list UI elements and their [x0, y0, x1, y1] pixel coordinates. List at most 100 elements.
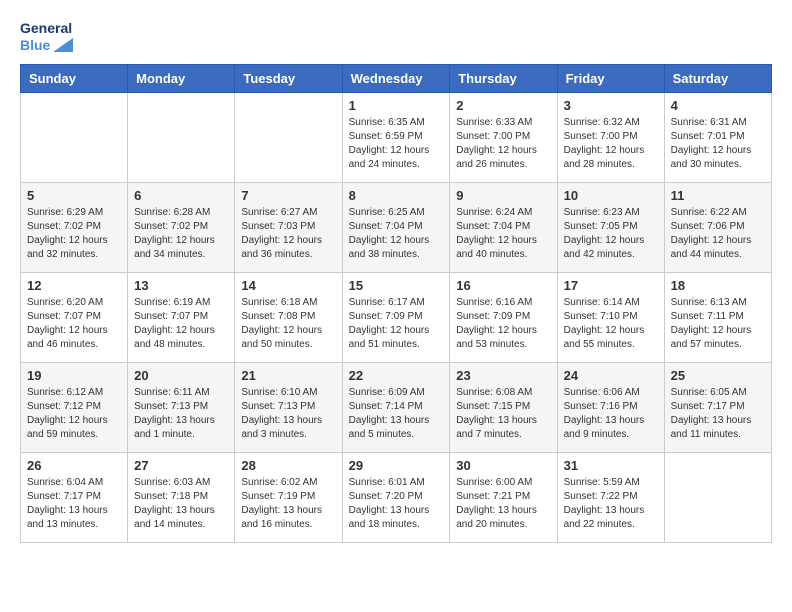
day-cell: 27 Sunrise: 6:03 AM Sunset: 7:18 PM Dayli…	[128, 452, 235, 542]
day-header-row: SundayMondayTuesdayWednesdayThursdayFrid…	[21, 64, 772, 92]
day-info: Sunrise: 6:11 AM Sunset: 7:13 PM Dayligh…	[134, 386, 228, 442]
day-info: Sunrise: 6:31 AM Sunset: 7:01 PM Dayligh…	[671, 116, 765, 172]
day-info: Sunrise: 6:08 AM Sunset: 7:15 PM Dayligh…	[456, 386, 550, 442]
day-cell: 10 Sunrise: 6:23 AM Sunset: 7:05 PM Dayli…	[557, 182, 664, 272]
day-number: 17	[564, 278, 658, 293]
day-number: 26	[27, 458, 121, 473]
day-info: Sunrise: 6:09 AM Sunset: 7:14 PM Dayligh…	[349, 386, 444, 442]
day-number: 31	[564, 458, 658, 473]
day-cell: 14Sunrise: 6:18 AM Sunset: 7:08 PM Dayli…	[235, 272, 342, 362]
day-info: Sunrise: 6:19 AM Sunset: 7:07 PM Dayligh…	[134, 296, 228, 352]
day-info: Sunrise: 6:00 AM Sunset: 7:21 PM Dayligh…	[456, 476, 550, 532]
day-cell: 28 Sunrise: 6:02 AM Sunset: 7:19 PM Dayli…	[235, 452, 342, 542]
day-cell: 2 Sunrise: 6:33 AM Sunset: 7:00 PM Daylig…	[450, 92, 557, 182]
day-info: Sunrise: 6:33 AM Sunset: 7:00 PM Dayligh…	[456, 116, 550, 172]
day-info: Sunrise: 6:03 AM Sunset: 7:18 PM Dayligh…	[134, 476, 228, 532]
day-cell: 26 Sunrise: 6:04 AM Sunset: 7:17 PM Dayli…	[21, 452, 128, 542]
day-cell: 15Sunrise: 6:17 AM Sunset: 7:09 PM Dayli…	[342, 272, 450, 362]
day-number: 30	[456, 458, 550, 473]
day-cell	[21, 92, 128, 182]
week-row-4: 19Sunrise: 6:12 AM Sunset: 7:12 PM Dayli…	[21, 362, 772, 452]
day-info: Sunrise: 6:12 AM Sunset: 7:12 PM Dayligh…	[27, 386, 121, 442]
day-info: Sunrise: 6:32 AM Sunset: 7:00 PM Dayligh…	[564, 116, 658, 172]
day-cell: 24 Sunrise: 6:06 AM Sunset: 7:16 PM Dayli…	[557, 362, 664, 452]
logo-text: General Blue	[20, 20, 73, 54]
week-row-2: 5 Sunrise: 6:29 AM Sunset: 7:02 PM Daylig…	[21, 182, 772, 272]
day-cell: 19Sunrise: 6:12 AM Sunset: 7:12 PM Dayli…	[21, 362, 128, 452]
day-number: 7	[241, 188, 335, 203]
day-cell: 3 Sunrise: 6:32 AM Sunset: 7:00 PM Daylig…	[557, 92, 664, 182]
day-info: Sunrise: 6:29 AM Sunset: 7:02 PM Dayligh…	[27, 206, 121, 262]
day-number: 1	[349, 98, 444, 113]
day-number: 23	[456, 368, 550, 383]
day-info: Sunrise: 6:24 AM Sunset: 7:04 PM Dayligh…	[456, 206, 550, 262]
calendar-table: SundayMondayTuesdayWednesdayThursdayFrid…	[20, 64, 772, 543]
day-info: Sunrise: 6:02 AM Sunset: 7:19 PM Dayligh…	[241, 476, 335, 532]
day-number: 25	[671, 368, 765, 383]
day-header-thursday: Thursday	[450, 64, 557, 92]
day-info: Sunrise: 6:27 AM Sunset: 7:03 PM Dayligh…	[241, 206, 335, 262]
day-cell	[664, 452, 771, 542]
day-cell: 20 Sunrise: 6:11 AM Sunset: 7:13 PM Dayli…	[128, 362, 235, 452]
day-cell: 6 Sunrise: 6:28 AM Sunset: 7:02 PM Daylig…	[128, 182, 235, 272]
day-number: 8	[349, 188, 444, 203]
day-number: 10	[564, 188, 658, 203]
day-header-monday: Monday	[128, 64, 235, 92]
day-cell: 1 Sunrise: 6:35 AM Sunset: 6:59 PM Daylig…	[342, 92, 450, 182]
day-number: 2	[456, 98, 550, 113]
day-cell: 17 Sunrise: 6:14 AM Sunset: 7:10 PM Dayli…	[557, 272, 664, 362]
day-cell: 31Sunrise: 5:59 AM Sunset: 7:22 PM Dayli…	[557, 452, 664, 542]
day-number: 12	[27, 278, 121, 293]
day-info: Sunrise: 6:35 AM Sunset: 6:59 PM Dayligh…	[349, 116, 444, 172]
day-number: 21	[241, 368, 335, 383]
day-info: Sunrise: 6:28 AM Sunset: 7:02 PM Dayligh…	[134, 206, 228, 262]
day-cell	[235, 92, 342, 182]
page-header: General Blue	[20, 20, 772, 54]
day-header-sunday: Sunday	[21, 64, 128, 92]
day-info: Sunrise: 6:04 AM Sunset: 7:17 PM Dayligh…	[27, 476, 121, 532]
day-info: Sunrise: 6:05 AM Sunset: 7:17 PM Dayligh…	[671, 386, 765, 442]
week-row-3: 12Sunrise: 6:20 AM Sunset: 7:07 PM Dayli…	[21, 272, 772, 362]
day-number: 4	[671, 98, 765, 113]
day-cell: 21 Sunrise: 6:10 AM Sunset: 7:13 PM Dayli…	[235, 362, 342, 452]
day-number: 9	[456, 188, 550, 203]
day-cell: 23 Sunrise: 6:08 AM Sunset: 7:15 PM Dayli…	[450, 362, 557, 452]
day-cell: 18 Sunrise: 6:13 AM Sunset: 7:11 PM Dayli…	[664, 272, 771, 362]
week-row-5: 26 Sunrise: 6:04 AM Sunset: 7:17 PM Dayli…	[21, 452, 772, 542]
day-info: Sunrise: 6:23 AM Sunset: 7:05 PM Dayligh…	[564, 206, 658, 262]
day-number: 16	[456, 278, 550, 293]
day-number: 28	[241, 458, 335, 473]
day-number: 24	[564, 368, 658, 383]
day-number: 29	[349, 458, 444, 473]
day-header-friday: Friday	[557, 64, 664, 92]
day-cell: 25 Sunrise: 6:05 AM Sunset: 7:17 PM Dayli…	[664, 362, 771, 452]
day-header-saturday: Saturday	[664, 64, 771, 92]
day-cell: 8 Sunrise: 6:25 AM Sunset: 7:04 PM Daylig…	[342, 182, 450, 272]
day-cell: 22 Sunrise: 6:09 AM Sunset: 7:14 PM Dayli…	[342, 362, 450, 452]
day-cell: 7 Sunrise: 6:27 AM Sunset: 7:03 PM Daylig…	[235, 182, 342, 272]
day-cell: 29 Sunrise: 6:01 AM Sunset: 7:20 PM Dayli…	[342, 452, 450, 542]
day-info: Sunrise: 6:17 AM Sunset: 7:09 PM Dayligh…	[349, 296, 444, 352]
day-number: 14	[241, 278, 335, 293]
day-cell: 9 Sunrise: 6:24 AM Sunset: 7:04 PM Daylig…	[450, 182, 557, 272]
day-info: Sunrise: 6:14 AM Sunset: 7:10 PM Dayligh…	[564, 296, 658, 352]
day-info: Sunrise: 6:22 AM Sunset: 7:06 PM Dayligh…	[671, 206, 765, 262]
day-number: 3	[564, 98, 658, 113]
day-number: 6	[134, 188, 228, 203]
day-cell	[128, 92, 235, 182]
day-info: Sunrise: 6:10 AM Sunset: 7:13 PM Dayligh…	[241, 386, 335, 442]
day-cell: 5 Sunrise: 6:29 AM Sunset: 7:02 PM Daylig…	[21, 182, 128, 272]
day-number: 5	[27, 188, 121, 203]
day-number: 18	[671, 278, 765, 293]
day-info: Sunrise: 6:01 AM Sunset: 7:20 PM Dayligh…	[349, 476, 444, 532]
day-number: 27	[134, 458, 228, 473]
day-info: Sunrise: 6:13 AM Sunset: 7:11 PM Dayligh…	[671, 296, 765, 352]
day-cell: 4 Sunrise: 6:31 AM Sunset: 7:01 PM Daylig…	[664, 92, 771, 182]
day-cell: 13Sunrise: 6:19 AM Sunset: 7:07 PM Dayli…	[128, 272, 235, 362]
day-number: 20	[134, 368, 228, 383]
day-info: Sunrise: 6:06 AM Sunset: 7:16 PM Dayligh…	[564, 386, 658, 442]
day-info: Sunrise: 6:25 AM Sunset: 7:04 PM Dayligh…	[349, 206, 444, 262]
day-number: 22	[349, 368, 444, 383]
day-cell: 30 Sunrise: 6:00 AM Sunset: 7:21 PM Dayli…	[450, 452, 557, 542]
week-row-1: 1 Sunrise: 6:35 AM Sunset: 6:59 PM Daylig…	[21, 92, 772, 182]
